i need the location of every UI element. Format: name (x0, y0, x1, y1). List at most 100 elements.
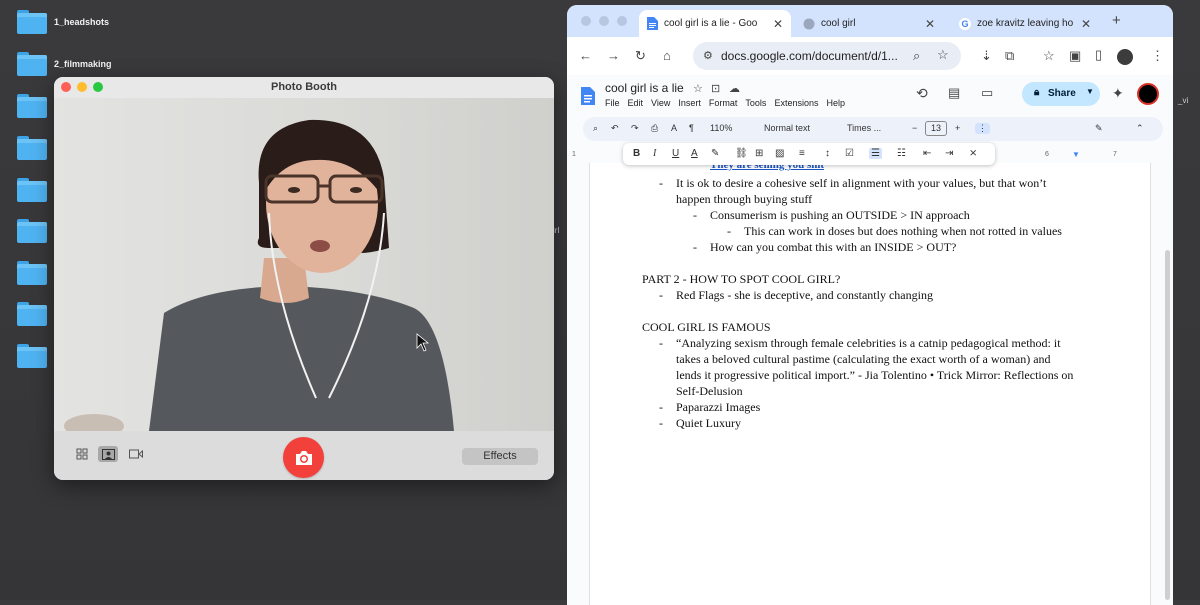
vertical-scrollbar[interactable] (1165, 250, 1170, 600)
underline-icon[interactable]: U (672, 148, 679, 159)
menu-view[interactable]: View (651, 98, 670, 108)
share-button[interactable]: 🔒︎ Share ▼ (1022, 82, 1100, 106)
document-page[interactable]: They are selling you shit - It is ok to … (589, 162, 1151, 605)
folder-icon[interactable] (17, 136, 47, 160)
align-icon[interactable]: ≡ (799, 148, 805, 159)
folder-icon[interactable] (17, 344, 47, 368)
zoom-select[interactable]: 110% (710, 123, 732, 133)
comments-icon[interactable]: ▤ (948, 86, 960, 100)
forward-icon[interactable]: → (607, 49, 620, 63)
right-indent-marker[interactable]: ▼ (1072, 150, 1080, 159)
text-style-select[interactable]: Normal text (764, 123, 810, 133)
editing-mode-icon[interactable]: ✎ (1095, 123, 1103, 134)
highlight-icon[interactable]: ✎ (711, 148, 719, 159)
decrease-indent-icon[interactable]: ⇤ (923, 148, 931, 159)
link-icon[interactable]: ⛓ (735, 148, 748, 159)
menu-help[interactable]: Help (826, 98, 845, 108)
zoom-window-button[interactable] (617, 16, 627, 26)
bold-icon[interactable]: B (633, 148, 640, 159)
add-comment-icon[interactable]: ⊞ (755, 148, 763, 159)
search-menus-icon[interactable]: ⌕ (593, 123, 598, 134)
folder-icon[interactable] (17, 52, 47, 76)
line-spacing-icon[interactable]: ↕ (825, 148, 830, 159)
profile-avatar[interactable] (1117, 49, 1133, 65)
side-panel-icon[interactable]: ▯ (1095, 48, 1102, 62)
reload-icon[interactable]: ↻ (635, 49, 646, 63)
font-select[interactable]: Times ... (847, 123, 881, 133)
search-icon[interactable]: ⌕ (913, 49, 920, 63)
menu-file[interactable]: File (605, 98, 620, 108)
menu-format[interactable]: Format (709, 98, 738, 108)
grid-view-icon[interactable] (72, 446, 92, 462)
clear-formatting-icon[interactable]: ⨯ (969, 148, 977, 159)
version-history-icon[interactable]: ⟲ (916, 86, 928, 100)
italic-icon[interactable]: I (653, 148, 656, 159)
menu-tools[interactable]: Tools (745, 98, 766, 108)
puzzle-icon[interactable]: ⧉ (1005, 49, 1014, 63)
close-tab-icon[interactable]: ✕ (925, 17, 935, 31)
video-mode-icon[interactable] (126, 446, 146, 462)
gemini-sparkle-icon[interactable]: ✦ (1112, 86, 1124, 100)
document-title[interactable]: cool girl is a lie (605, 81, 684, 95)
spellcheck-icon[interactable]: A (671, 123, 677, 133)
share-dropdown-icon[interactable]: ▼ (1086, 87, 1094, 96)
tab-docs[interactable]: cool girl is a lie - Goo ✕ (639, 10, 791, 37)
close-tab-icon[interactable]: ✕ (773, 17, 783, 31)
site-info-icon[interactable]: ⚙ (703, 49, 713, 63)
hide-menus-icon[interactable]: ⌃ (1136, 123, 1144, 134)
folder-label-filmmaking[interactable]: 2_filmmaking (54, 59, 112, 69)
single-photo-icon[interactable] (98, 446, 118, 462)
bullet-text: happen through buying stuff (676, 192, 813, 206)
font-size-input[interactable]: 13 (925, 121, 947, 136)
folder-icon[interactable] (17, 302, 47, 326)
folder-icon[interactable] (17, 178, 47, 202)
undo-icon[interactable]: ↶ (611, 123, 619, 134)
meet-video-icon[interactable]: ▭ (981, 86, 993, 100)
browser-toolbar: ← → ↻ ⌂ ⚙ docs.google.com/document/d/1..… (567, 37, 1173, 75)
star-icon[interactable]: ☆ (693, 82, 703, 96)
checklist-icon[interactable]: ☑ (845, 148, 854, 159)
extension-icon[interactable]: ⇣ (981, 49, 992, 63)
bookmarks-icon[interactable]: ☆ (1043, 49, 1055, 63)
take-photo-button[interactable] (283, 437, 324, 478)
menu-extensions[interactable]: Extensions (774, 98, 818, 108)
tab-cool-girl[interactable]: cool girl ✕ (795, 10, 943, 37)
tab-zoe-kravitz[interactable]: G zoe kravitz leaving ho ✕ (951, 10, 1099, 37)
folder-icon[interactable] (17, 10, 47, 34)
reading-list-icon[interactable]: ▣ (1069, 49, 1081, 63)
increase-indent-icon[interactable]: ⇥ (945, 148, 953, 159)
menu-insert[interactable]: Insert (678, 98, 701, 108)
text-color-icon[interactable]: A (691, 148, 698, 159)
account-avatar[interactable] (1137, 83, 1159, 105)
insert-image-icon[interactable]: ▨ (775, 148, 784, 159)
back-icon[interactable]: ← (579, 49, 592, 63)
new-tab-icon[interactable]: + (1112, 13, 1121, 28)
bullet-text: Consumerism is pushing an OUTSIDE > IN a… (710, 208, 970, 222)
bulleted-list-icon[interactable]: ☰ (869, 148, 882, 159)
numbered-list-icon[interactable]: ☷ (897, 148, 906, 159)
more-toolbar-icon[interactable]: ⋮ (975, 123, 990, 134)
redo-icon[interactable]: ↷ (631, 123, 639, 134)
decrease-font-size-icon[interactable]: − (912, 123, 917, 133)
folder-icon[interactable] (17, 261, 47, 285)
address-bar[interactable]: ⚙ docs.google.com/document/d/1... ⌕ ☆ (693, 42, 961, 70)
home-icon[interactable]: ⌂ (663, 49, 671, 63)
window-title: Photo Booth (271, 81, 337, 93)
print-icon[interactable]: ⎙ (651, 123, 658, 134)
minimize-window-button[interactable] (599, 16, 609, 26)
docs-logo-icon[interactable] (581, 87, 595, 105)
close-window-button[interactable] (581, 16, 591, 26)
move-folder-icon[interactable]: ⊡ (711, 82, 720, 96)
increase-font-size-icon[interactable]: + (955, 123, 960, 133)
close-tab-icon[interactable]: ✕ (1081, 17, 1091, 31)
folder-label-headshots[interactable]: 1_headshots (54, 17, 109, 27)
menu-edit[interactable]: Edit (628, 98, 644, 108)
folder-icon[interactable] (17, 94, 47, 118)
url-text[interactable]: docs.google.com/document/d/1... (721, 49, 898, 63)
effects-button[interactable]: Effects (462, 448, 538, 465)
bookmark-star-icon[interactable]: ☆ (937, 48, 949, 62)
folder-icon[interactable] (17, 219, 47, 243)
more-menu-icon[interactable]: ⋮ (1151, 49, 1164, 63)
photo-booth-titlebar[interactable]: Photo Booth (54, 77, 554, 99)
paint-format-icon[interactable]: ¶ (689, 123, 694, 133)
